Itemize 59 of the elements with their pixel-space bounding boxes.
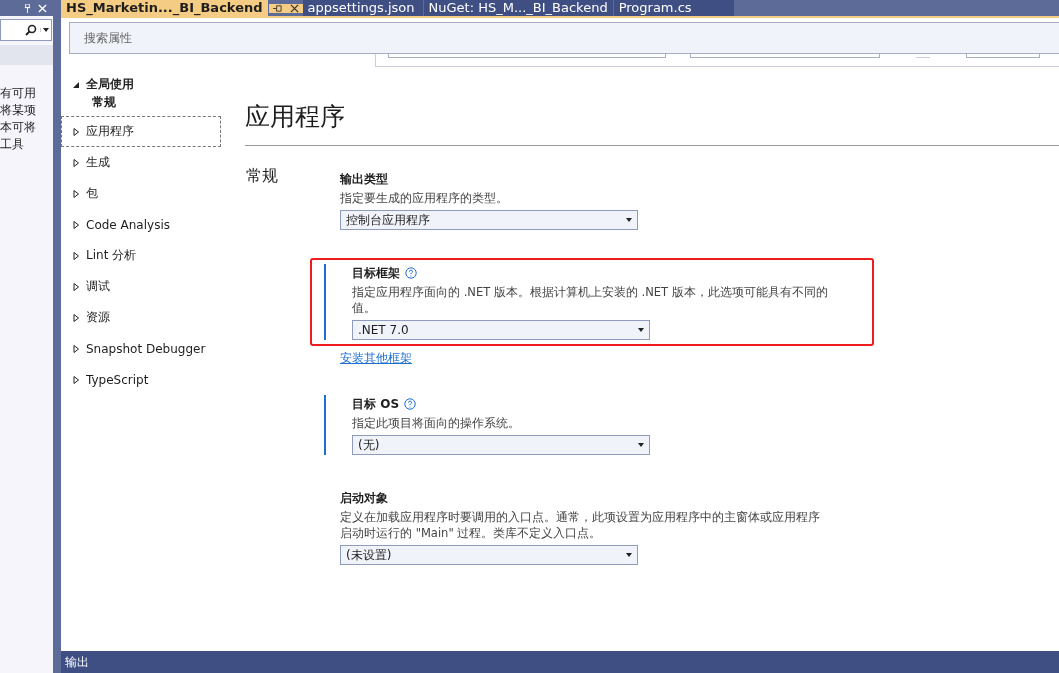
collapsed-arrow-icon[interactable]	[72, 251, 80, 260]
page-title: 应用程序	[245, 101, 346, 133]
setting-title: 启动对象	[340, 489, 388, 507]
close-icon[interactable]	[285, 3, 303, 13]
dropdown[interactable]: (无)	[352, 435, 650, 455]
setting-title: 目标框架	[352, 264, 400, 282]
tree-item[interactable]: Snapshot Debugger	[61, 333, 221, 364]
tree-item[interactable]: 常规	[61, 94, 221, 112]
setting-description: 定义在加载应用程序时要调用的入口点。通常，此项设置为应用程序中的主窗体或应用程序启动时运行的 "Main" 过程。类库不定义入口点。	[340, 509, 821, 541]
collapsed-arrow-icon[interactable]	[72, 282, 80, 291]
description-text: 将某项	[0, 102, 37, 119]
dropdown-arrow-icon	[638, 328, 644, 332]
pin-icon[interactable]	[23, 3, 32, 13]
tree-item[interactable]: 资源	[61, 302, 221, 333]
search-icon[interactable]	[25, 24, 37, 36]
search-field[interactable]	[0, 19, 52, 41]
dropdown-icon[interactable]	[40, 28, 49, 32]
close-icon[interactable]	[38, 3, 47, 13]
collapsed-arrow-icon[interactable]	[72, 127, 80, 136]
dropdown-arrow-icon	[626, 218, 632, 222]
collapsed-arrow-icon[interactable]	[72, 220, 80, 229]
help-icon[interactable]	[404, 398, 417, 410]
dropdown[interactable]: 控制台应用程序	[340, 210, 638, 230]
tree-item[interactable]: 应用程序	[61, 116, 221, 147]
setting-description: 指定要生成的应用程序的类型。	[340, 190, 509, 206]
document-tab[interactable]: HS_Marketin..._BI_Backend	[61, 0, 268, 16]
dropdown-arrow-icon	[626, 553, 632, 557]
description-text: 工具	[0, 136, 25, 153]
dropdown-arrow-icon	[638, 443, 644, 447]
tree-item[interactable]: 包	[61, 178, 221, 209]
setting-title: 目标 OS	[352, 395, 400, 413]
tree-item[interactable]: Lint 分析	[61, 240, 221, 271]
document-tab[interactable]: Program.cs	[613, 0, 734, 16]
tree-item[interactable]: 调试	[61, 271, 221, 302]
output-label[interactable]: 输出	[65, 653, 89, 671]
collapsed-arrow-icon[interactable]	[72, 313, 80, 322]
search-field[interactable]: 搜索属性	[69, 22, 1059, 54]
collapsed-arrow-icon[interactable]	[72, 158, 80, 167]
dropdown[interactable]: (未设置)	[340, 545, 638, 565]
collapsed-arrow-icon[interactable]	[72, 375, 80, 384]
setting-description: 指定应用程序面向的 .NET 版本。根据计算机上安装的 .NET 版本，此选项可能具有不同的值。	[352, 284, 829, 316]
tree-item[interactable]: 生成	[61, 147, 221, 178]
tree-item[interactable]: TypeScript	[61, 364, 221, 395]
section-title: 常规	[245, 165, 279, 187]
document-tab[interactable]: appsettings.json	[302, 0, 423, 16]
description-text: 有可用	[0, 85, 37, 102]
pin-icon[interactable]	[268, 3, 286, 13]
setting-title: 输出类型	[340, 170, 388, 188]
expanded-arrow-icon[interactable]	[72, 80, 80, 89]
document-tab[interactable]: NuGet: HS_M..._BI_Backend	[423, 0, 613, 16]
collapsed-arrow-icon[interactable]	[72, 189, 80, 198]
list-row	[0, 45, 53, 65]
install-link[interactable]: 安装其他框架	[340, 350, 412, 367]
dropdown[interactable]: .NET 7.0	[352, 320, 650, 340]
setting-description: 指定此项目将面向的操作系统。	[352, 415, 521, 431]
collapsed-arrow-icon[interactable]	[72, 344, 80, 353]
tree-item[interactable]: Code Analysis	[61, 209, 221, 240]
description-text: 本可将	[0, 119, 37, 136]
help-icon[interactable]	[405, 267, 417, 279]
